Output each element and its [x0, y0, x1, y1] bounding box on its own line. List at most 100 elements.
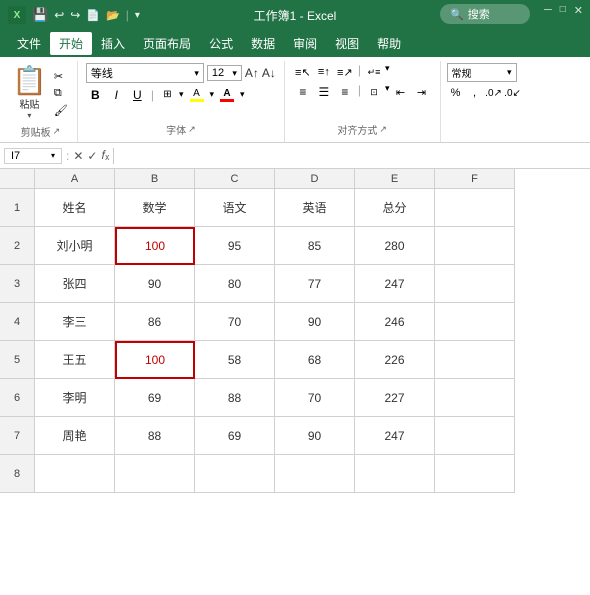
table-cell[interactable] [435, 189, 515, 227]
formula-confirm-icon[interactable]: ✓ [87, 149, 97, 163]
table-cell[interactable]: 86 [115, 303, 195, 341]
open-file-icon[interactable]: 📂 [106, 9, 120, 22]
table-cell[interactable] [435, 455, 515, 493]
menu-item-review[interactable]: 审阅 [284, 32, 326, 55]
wrap-dropdown[interactable]: ▾ [385, 63, 390, 81]
copy-button[interactable]: ⧉ [51, 86, 71, 101]
table-cell[interactable]: 69 [115, 379, 195, 417]
table-cell[interactable]: 70 [275, 379, 355, 417]
menu-item-view[interactable]: 视图 [326, 32, 368, 55]
table-cell[interactable] [435, 379, 515, 417]
new-file-icon[interactable]: 📄 [86, 9, 100, 22]
table-cell[interactable]: 68 [275, 341, 355, 379]
table-cell[interactable]: 100 [115, 341, 195, 379]
align-left-button[interactable]: ≡ [293, 83, 313, 101]
format-painter-button[interactable]: 🖌 [51, 103, 71, 118]
increase-font-icon[interactable]: A↑ [245, 66, 259, 80]
border-dropdown[interactable]: ▾ [179, 89, 184, 100]
row-header-8[interactable]: 8 [0, 455, 35, 493]
align-top-left-button[interactable]: ≡↖ [293, 63, 313, 81]
font-color-button[interactable]: A [216, 85, 238, 104]
table-cell[interactable]: 李明 [35, 379, 115, 417]
table-cell[interactable] [435, 265, 515, 303]
maximize-button[interactable]: □ [557, 4, 569, 17]
decrease-font-icon[interactable]: A↓ [262, 66, 276, 80]
table-cell[interactable]: 95 [195, 227, 275, 265]
align-top-right-button[interactable]: ≡↗ [335, 63, 355, 81]
paste-button[interactable]: 📋 粘贴 ▾ [10, 65, 49, 122]
number-format-selector[interactable]: 常规▾ [447, 63, 517, 82]
font-size-selector[interactable]: 12 ▾ [207, 65, 242, 81]
border-button[interactable]: ⊞ [158, 85, 177, 104]
bold-button[interactable]: B [86, 85, 105, 104]
table-cell[interactable]: 100 [115, 227, 195, 265]
table-cell[interactable]: 姓名 [35, 189, 115, 227]
table-cell[interactable] [435, 303, 515, 341]
table-cell[interactable] [115, 455, 195, 493]
minimize-button[interactable]: ─ [541, 4, 555, 17]
table-cell[interactable]: 数学 [115, 189, 195, 227]
table-cell[interactable] [435, 341, 515, 379]
close-button[interactable]: ✕ [571, 4, 586, 17]
table-cell[interactable]: 247 [355, 265, 435, 303]
cell-reference-box[interactable]: I7 ▾ [4, 148, 62, 164]
table-cell[interactable]: 246 [355, 303, 435, 341]
table-cell[interactable]: 90 [275, 303, 355, 341]
decimal-inc-button[interactable]: .0↗ [485, 84, 503, 102]
cut-button[interactable]: ✂ [51, 69, 71, 84]
italic-button[interactable]: I [107, 85, 126, 104]
underline-button[interactable]: U [128, 85, 147, 104]
merge-button[interactable]: ⊡ [364, 83, 384, 101]
table-cell[interactable] [35, 455, 115, 493]
table-cell[interactable]: 英语 [275, 189, 355, 227]
table-cell[interactable]: 69 [195, 417, 275, 455]
table-cell[interactable]: 88 [195, 379, 275, 417]
table-cell[interactable]: 58 [195, 341, 275, 379]
table-cell[interactable]: 李三 [35, 303, 115, 341]
align-right-button[interactable]: ≡ [335, 83, 355, 101]
table-cell[interactable]: 刘小明 [35, 227, 115, 265]
search-bar[interactable]: 🔍 搜索 [440, 4, 530, 24]
table-cell[interactable] [435, 417, 515, 455]
save-icon[interactable]: 💾 [32, 7, 48, 23]
table-cell[interactable]: 80 [195, 265, 275, 303]
wrap-text-button[interactable]: ↵≡ [364, 63, 384, 81]
table-cell[interactable]: 226 [355, 341, 435, 379]
decimal-dec-button[interactable]: .0↙ [504, 84, 522, 102]
formula-insert-icon[interactable]: 𝑓ₓ [101, 148, 109, 163]
indent-right-button[interactable]: ⇥ [412, 83, 432, 101]
table-cell[interactable]: 90 [115, 265, 195, 303]
table-cell[interactable]: 张四 [35, 265, 115, 303]
redo-icon[interactable]: ↪ [70, 8, 80, 22]
table-cell[interactable] [355, 455, 435, 493]
table-cell[interactable] [195, 455, 275, 493]
menu-item-file[interactable]: 文件 [8, 32, 50, 55]
row-header-4[interactable]: 4 [0, 303, 35, 341]
formula-input[interactable] [118, 150, 586, 162]
table-cell[interactable] [275, 455, 355, 493]
row-header-7[interactable]: 7 [0, 417, 35, 455]
table-cell[interactable]: 语文 [195, 189, 275, 227]
align-center-button[interactable]: ☰ [314, 83, 334, 101]
indent-left-button[interactable]: ⇤ [391, 83, 411, 101]
table-cell[interactable]: 85 [275, 227, 355, 265]
col-header-B[interactable]: B [115, 169, 195, 189]
table-cell[interactable]: 王五 [35, 341, 115, 379]
table-cell[interactable]: 周艳 [35, 417, 115, 455]
font-name-selector[interactable]: 等线 ▾ [86, 63, 204, 83]
fill-dropdown[interactable]: ▾ [210, 89, 215, 100]
col-header-F[interactable]: F [435, 169, 515, 189]
table-cell[interactable]: 77 [275, 265, 355, 303]
percent-button[interactable]: % [447, 84, 465, 102]
customize-icon[interactable]: ▾ [135, 10, 140, 21]
menu-item-data[interactable]: 数据 [242, 32, 284, 55]
table-cell[interactable] [435, 227, 515, 265]
thousand-button[interactable]: , [466, 84, 484, 102]
table-cell[interactable]: 280 [355, 227, 435, 265]
merge-dropdown[interactable]: ▾ [385, 83, 390, 101]
row-header-6[interactable]: 6 [0, 379, 35, 417]
row-header-1[interactable]: 1 [0, 189, 35, 227]
menu-item-home[interactable]: 开始 [50, 32, 92, 55]
table-cell[interactable]: 227 [355, 379, 435, 417]
table-cell[interactable]: 88 [115, 417, 195, 455]
